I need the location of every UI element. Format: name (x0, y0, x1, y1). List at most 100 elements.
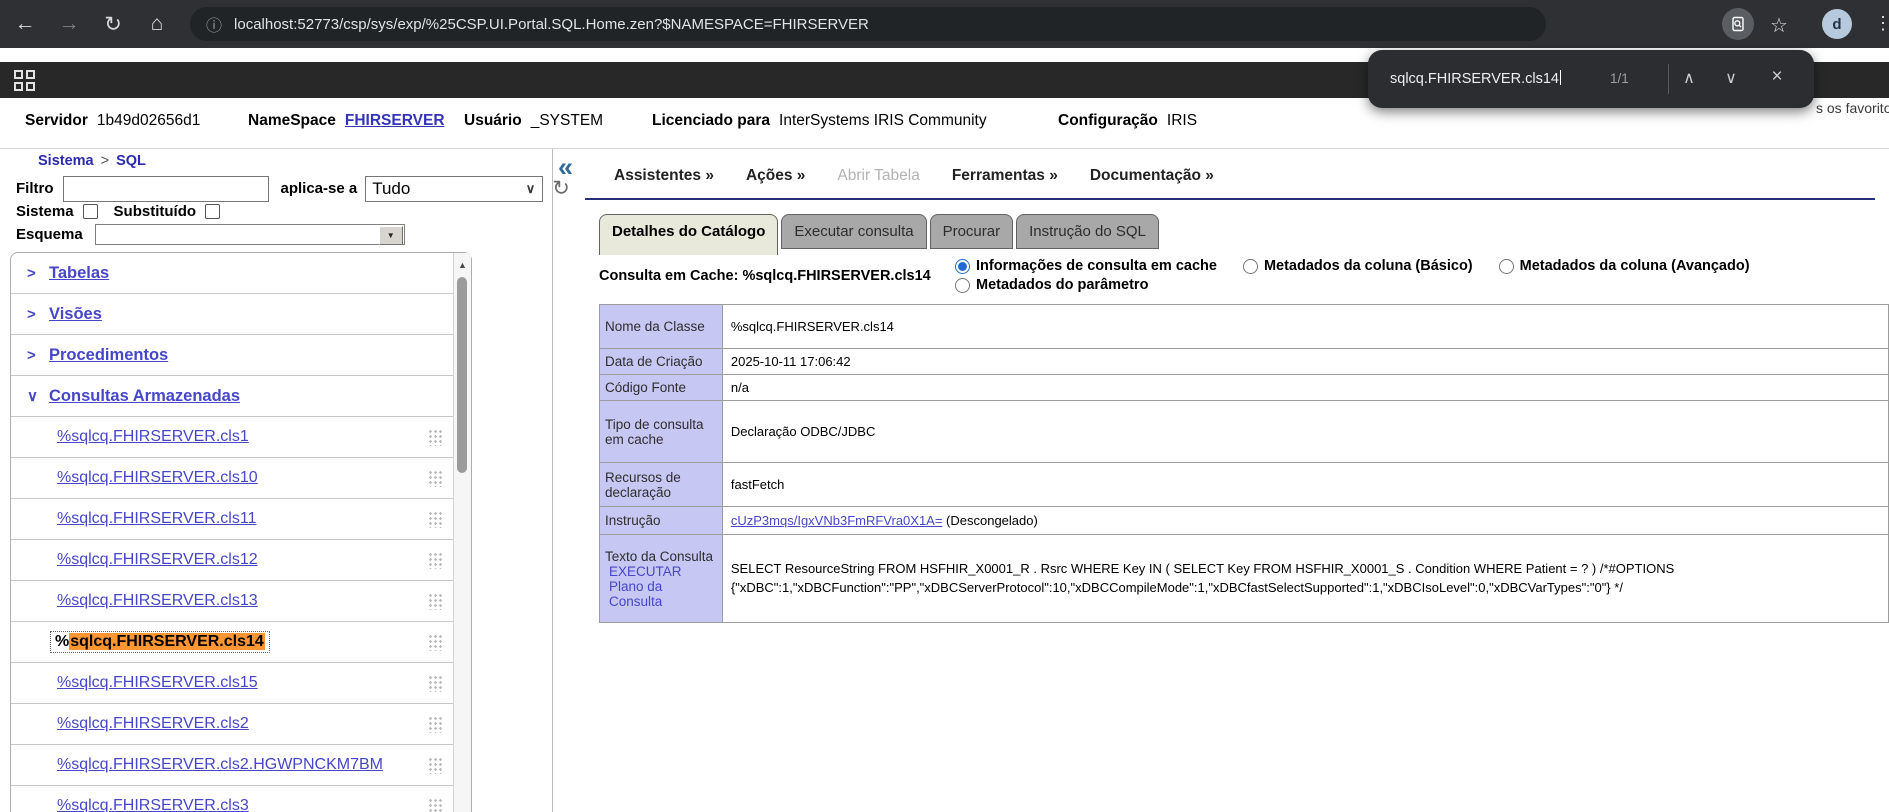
tree-category-link[interactable]: Tabelas (49, 264, 109, 283)
radio-button[interactable] (1243, 259, 1258, 274)
drag-handle-icon[interactable] (428, 429, 443, 446)
statement-hash-link[interactable]: cUzP3mqs/IgxVNb3FmRFVra0X1A= (731, 513, 943, 528)
drag-handle-icon[interactable] (428, 757, 443, 774)
find-next-icon[interactable]: ∨ (1716, 68, 1746, 88)
chevron-collapsed-icon[interactable]: > (27, 306, 49, 323)
tree-item-row: %sqlcq.FHIRSERVER.cls1 (11, 417, 453, 458)
browser-menu-icon[interactable]: ⋮ (1874, 13, 1889, 34)
drag-handle-icon[interactable] (428, 511, 443, 528)
bookmarks-bar-fragment[interactable]: s os favoritos (1816, 100, 1889, 116)
browser-window: ← → ↻ ⌂ ⓘ localhost:52773/csp/sys/exp/%2… (0, 0, 1889, 812)
drag-handle-icon[interactable] (428, 716, 443, 733)
tree-item-link[interactable]: %sqlcq.FHIRSERVER.cls15 (57, 674, 258, 692)
drag-handle-icon[interactable] (428, 675, 443, 692)
forward-icon[interactable]: → (50, 0, 88, 48)
scrollbar-thumb[interactable] (457, 277, 467, 473)
metadata-radio-option[interactable]: Metadados da coluna (Avançado) (1499, 258, 1750, 274)
filtro-input[interactable] (63, 176, 269, 202)
tree-item-link[interactable]: %sqlcq.FHIRSERVER.cls12 (57, 551, 258, 569)
tab-inactive[interactable]: Procurar (930, 214, 1014, 249)
profile-avatar[interactable]: d (1822, 9, 1852, 39)
find-dialog: sqlcq.FHIRSERVER.cls14 1/1 ∧ ∨ × (1368, 50, 1814, 108)
drag-handle-icon[interactable] (428, 593, 443, 610)
tree-item-link[interactable]: %sqlcq.FHIRSERVER.cls10 (57, 469, 258, 487)
details-label: Texto da Consulta (605, 549, 713, 564)
menu-item[interactable]: Ações » (746, 167, 805, 185)
url-text[interactable]: localhost:52773/csp/sys/exp/%25CSP.UI.Po… (234, 16, 869, 33)
drag-handle-icon[interactable] (428, 634, 443, 651)
details-label-cell: Recursos de declaração (600, 463, 723, 507)
breadcrumb-sql[interactable]: SQL (116, 153, 146, 169)
sistema-label: Sistema (16, 203, 74, 220)
esquema-combo[interactable]: ▼ (95, 224, 405, 245)
radio-button[interactable] (955, 259, 970, 274)
details-row: Tipo de consulta em cacheDeclaração ODBC… (600, 401, 1889, 463)
drag-handle-icon[interactable] (428, 470, 443, 487)
tree-category-row: ∨Consultas Armazenadas (11, 376, 453, 417)
query-plan-link[interactable]: Plano da Consulta (609, 579, 717, 609)
details-value-cell: %sqlcq.FHIRSERVER.cls14 (722, 305, 1888, 349)
chevron-collapsed-icon[interactable]: > (27, 347, 49, 364)
menu-item[interactable]: Documentação » (1090, 167, 1214, 185)
tree-item-selected[interactable]: %sqlcq.FHIRSERVER.cls14 (51, 632, 269, 652)
tree-scrollbar[interactable]: ▲ (453, 253, 471, 812)
sistema-checkbox[interactable] (83, 204, 98, 219)
metadata-radio-option[interactable]: Informações de consulta em cache (955, 258, 1217, 274)
collapse-panel-icon[interactable]: « (558, 152, 573, 183)
menu-item[interactable]: Assistentes » (614, 167, 714, 185)
details-label-cell: Texto da ConsultaEXECUTARPlano da Consul… (600, 535, 723, 623)
tab-active[interactable]: Detalhes do Catálogo (599, 214, 778, 255)
header-item: NameSpaceFHIRSERVER (248, 112, 445, 130)
bookmark-star-icon[interactable]: ☆ (1770, 13, 1788, 38)
details-value-cell: fastFetch (722, 463, 1888, 507)
tab-inactive[interactable]: Instrução do SQL (1016, 214, 1159, 249)
find-close-icon[interactable]: × (1762, 66, 1792, 88)
reload-icon[interactable]: ↻ (94, 0, 132, 48)
tree-item-link[interactable]: %sqlcq.FHIRSERVER.cls13 (57, 592, 258, 610)
find-in-page-icon[interactable] (1722, 8, 1754, 40)
header-value: IRIS (1167, 112, 1197, 130)
apps-grid-icon[interactable] (14, 70, 36, 92)
tree-category-link[interactable]: Procedimentos (49, 346, 168, 365)
metadata-radio-option[interactable]: Metadados do parâmetro (955, 277, 1148, 293)
header-value: _SYSTEM (531, 112, 603, 130)
find-prev-icon[interactable]: ∧ (1674, 68, 1704, 88)
chevron-expanded-icon[interactable]: ∨ (27, 387, 49, 405)
find-match-counter: 1/1 (1610, 71, 1629, 86)
details-row: Data de Criação2025-10-11 17:06:42 (600, 349, 1889, 375)
breadcrumb-sistema[interactable]: Sistema (38, 153, 94, 169)
back-icon[interactable]: ← (6, 0, 44, 48)
tree-item-link[interactable]: %sqlcq.FHIRSERVER.cls1 (57, 428, 249, 446)
combo-arrow-icon[interactable]: ▼ (379, 226, 403, 245)
menu-item[interactable]: Ferramentas » (952, 167, 1058, 185)
find-input[interactable]: sqlcq.FHIRSERVER.cls14 (1390, 70, 1561, 87)
tree-item-link[interactable]: %sqlcq.FHIRSERVER.cls2.HGWPNCKM7BM (57, 756, 383, 774)
tree-category-link[interactable]: Consultas Armazenadas (49, 387, 240, 406)
home-icon[interactable]: ⌂ (138, 0, 176, 48)
tab-inactive[interactable]: Executar consulta (781, 214, 926, 249)
tree-item-link[interactable]: %sqlcq.FHIRSERVER.cls2 (57, 715, 249, 733)
drag-handle-icon[interactable] (428, 798, 443, 812)
tree-item-link[interactable]: %sqlcq.FHIRSERVER.cls11 (57, 510, 256, 528)
tree-item-link[interactable]: %sqlcq.FHIRSERVER.cls3 (57, 797, 249, 812)
substituido-checkbox[interactable] (205, 204, 220, 219)
radio-button[interactable] (955, 278, 970, 293)
metadata-radio-option[interactable]: Metadados da coluna (Básico) (1243, 258, 1473, 274)
site-info-icon[interactable]: ⓘ (206, 12, 222, 36)
browser-toolbar: ← → ↻ ⌂ ⓘ localhost:52773/csp/sys/exp/%2… (0, 0, 1889, 48)
applies-select[interactable]: Tudo ∨ (365, 176, 543, 202)
radio-button[interactable] (1499, 259, 1514, 274)
details-label-cell: Código Fonte (600, 375, 723, 401)
drag-handle-icon[interactable] (428, 552, 443, 569)
details-label-cell: Data de Criação (600, 349, 723, 375)
chevron-down-icon: ∨ (526, 181, 536, 197)
scrollbar-up-icon[interactable]: ▲ (454, 253, 471, 271)
tree-category-link[interactable]: Visões (49, 305, 102, 324)
chevron-collapsed-icon[interactable]: > (27, 265, 49, 282)
address-bar[interactable]: ⓘ localhost:52773/csp/sys/exp/%25CSP.UI.… (190, 7, 1546, 41)
execute-link[interactable]: EXECUTAR (609, 564, 717, 579)
details-value-cell: n/a (722, 375, 1888, 401)
substituido-label: Substituído (114, 203, 197, 220)
tree-item-row: %sqlcq.FHIRSERVER.cls13 (11, 581, 453, 622)
namespace-link[interactable]: FHIRSERVER (345, 112, 445, 130)
